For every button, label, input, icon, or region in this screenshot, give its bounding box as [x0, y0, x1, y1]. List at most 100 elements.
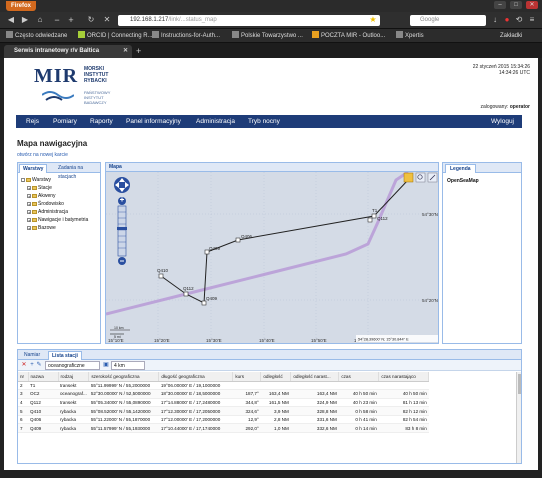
- table-row[interactable]: 5 Q410 rybacka 55°08.52000' N / 55,1420000 1…: [18, 406, 429, 416]
- scrollbar-thumb[interactable]: [518, 374, 521, 394]
- menu-item-administracja[interactable]: Administracja: [196, 115, 235, 128]
- expand-icon[interactable]: +: [27, 202, 31, 207]
- add-icon[interactable]: +: [29, 362, 35, 368]
- column-header[interactable]: nr: [18, 372, 29, 382]
- table-row[interactable]: 6 Q406 rybacka 55°11.22000' N / 55,1870000 1…: [18, 415, 429, 425]
- lat-label: 54°30'N: [422, 212, 438, 217]
- coordinate-readout: 54°28.39600' N; 15°30.844'' E: [358, 338, 409, 342]
- pan-tool-icon[interactable]: [403, 172, 414, 183]
- column-header[interactable]: kurs: [232, 372, 262, 382]
- expand-icon[interactable]: +: [27, 186, 31, 191]
- column-header[interactable]: odległość narast...: [290, 372, 340, 382]
- search-input[interactable]: Google: [410, 15, 486, 26]
- column-header[interactable]: nazwa: [28, 372, 59, 382]
- column-header[interactable]: czas narastająco: [378, 372, 430, 382]
- tab-namiar[interactable]: Namiar: [21, 351, 43, 360]
- table-scrollbar[interactable]: [516, 372, 521, 463]
- bookmark-item[interactable]: Polskie Towarzystwo ...: [232, 31, 303, 41]
- edit-icon[interactable]: ✎: [36, 362, 42, 368]
- column-header[interactable]: szerokość geograficzna: [88, 372, 160, 382]
- minimize-icon[interactable]: –: [494, 1, 506, 9]
- maximize-icon[interactable]: □: [510, 1, 522, 9]
- tree-item-akweny[interactable]: + Akweny: [27, 193, 56, 200]
- table-cell: 3,9 NM: [260, 406, 291, 416]
- new-tab-button[interactable]: +: [136, 46, 141, 56]
- menu-item-tryb-nocny[interactable]: Tryb nocny: [248, 115, 280, 128]
- station-marker[interactable]: [183, 291, 189, 297]
- collapse-icon[interactable]: -: [21, 178, 25, 183]
- lon-label: 15°50'E: [311, 338, 327, 343]
- column-header[interactable]: rodzaj: [58, 372, 90, 382]
- menu-item-raporty[interactable]: Raporty: [90, 115, 113, 128]
- tab-zadania[interactable]: Zadania na stacjach: [55, 164, 100, 180]
- expand-icon[interactable]: +: [27, 210, 31, 215]
- logout-button[interactable]: Wyloguj: [491, 115, 514, 128]
- menu-icon[interactable]: ≡: [527, 15, 537, 25]
- url-bar[interactable]: 192.168.1.217/link/...status_map: [118, 15, 380, 26]
- bookmark-item[interactable]: Instructions-for-Auth...: [152, 31, 220, 41]
- station-marker[interactable]: [201, 300, 207, 306]
- zoom-out-icon[interactable]: −: [52, 15, 62, 25]
- station-marker[interactable]: [158, 273, 164, 279]
- forward-icon[interactable]: ▶: [20, 15, 30, 25]
- datetime-display: 22 styczeń 2015 15:34:26 14:34:26 UTC: [472, 64, 530, 76]
- expand-icon[interactable]: +: [27, 226, 31, 231]
- tab-warstwy[interactable]: Warstwy: [19, 164, 48, 173]
- bookmark-item[interactable]: Xpertis: [396, 31, 424, 41]
- zoom-box-tool-icon[interactable]: [415, 172, 426, 183]
- station-marker[interactable]: [371, 213, 377, 219]
- column-header[interactable]: długość geograficzna: [158, 372, 234, 382]
- column-header[interactable]: odległość: [260, 372, 292, 382]
- home-icon[interactable]: ⌂: [35, 15, 45, 25]
- bookmark-star-icon[interactable]: ★: [368, 15, 378, 25]
- table-row[interactable]: 4 Q112 transekt 55°05.34000' N / 55,0890000…: [18, 398, 429, 408]
- open-new-tab-link[interactable]: otwórz na nowej karcie: [17, 152, 68, 158]
- download-icon[interactable]: ↓: [490, 15, 500, 25]
- station-marker[interactable]: [235, 237, 241, 243]
- map-canvas[interactable]: T1 Q112 Q406 Q409 Q410 Q112 Q409 54°30'N…: [106, 172, 439, 344]
- back-icon[interactable]: ◀: [6, 15, 16, 25]
- bookmark-item[interactable]: Często odwiedzane: [6, 31, 67, 41]
- station-marker[interactable]: [367, 217, 373, 223]
- zoom-handle[interactable]: [117, 227, 127, 230]
- expand-icon[interactable]: +: [27, 194, 31, 199]
- tree-item-bazowe[interactable]: + Bazowe: [27, 225, 56, 232]
- tree-item-warstwy[interactable]: - Warstwy: [21, 177, 51, 184]
- reload-icon[interactable]: ↻: [86, 15, 96, 25]
- delete-icon[interactable]: ✕: [21, 362, 27, 368]
- lon-label: 15°30'E: [206, 338, 222, 343]
- save-icon[interactable]: ▣: [103, 362, 109, 368]
- menu-item-rejs[interactable]: Rejs: [26, 115, 39, 128]
- table-cell: 55°11.22000' N / 55,1870000: [88, 415, 159, 425]
- bookmarks-menu[interactable]: Zakładki: [500, 31, 522, 41]
- tree-item-stacje[interactable]: + Stacje: [27, 185, 52, 192]
- menu-item-pomiary[interactable]: Pomiary: [53, 115, 77, 128]
- stop-icon[interactable]: ✕: [102, 15, 112, 25]
- distance-select[interactable]: 4 km: [111, 361, 145, 370]
- firefox-menu-button[interactable]: Firefox: [6, 1, 37, 11]
- logo-subtitle: PAŃSTWOWY INSTYTUT BADAWCZY: [84, 90, 111, 105]
- close-window-icon[interactable]: ✕: [526, 1, 538, 9]
- tab-legenda[interactable]: Legenda: [445, 164, 476, 173]
- table-cell: 81 h 13 min: [378, 398, 429, 408]
- zoom-slider[interactable]: [117, 197, 127, 265]
- station-type-select[interactable]: oceanograficzne: [45, 361, 100, 370]
- tree-item-administracja[interactable]: + Administracja: [27, 209, 68, 216]
- table-row[interactable]: 7 Q409 rybacka 55°11.57999' N / 55,1930000 1…: [18, 423, 429, 434]
- tree-item-nawigacje[interactable]: + Nawigacje i batymetria: [27, 217, 88, 224]
- tab-lista-stacji[interactable]: Lista stacji: [48, 351, 82, 360]
- menu-item-panel-informacyjny[interactable]: Panel informacyjny: [126, 115, 181, 128]
- bookmark-item[interactable]: POCZTA MIR - Outloo...: [312, 31, 385, 41]
- bookmark-item[interactable]: ORCID | Connecting R...: [78, 31, 153, 41]
- close-tab-icon[interactable]: ✕: [123, 45, 128, 58]
- adblock-icon[interactable]: ●: [502, 15, 512, 25]
- history-icon[interactable]: ⟲: [514, 15, 524, 25]
- column-header[interactable]: czas: [338, 372, 380, 382]
- pan-control[interactable]: [114, 177, 130, 193]
- zoom-in-icon[interactable]: +: [66, 15, 76, 25]
- browser-tab[interactable]: Serwis intranetowy r/v Baltica ✕: [4, 45, 132, 58]
- tree-item-srodowisko[interactable]: + Środowisko: [27, 201, 64, 208]
- table-row[interactable]: 3 OC2 oceanograf... 52°30.00000' N / 52,500…: [18, 389, 429, 399]
- table-row[interactable]: 2 T1 transekt 55°11.99999' N / 55,2000000 19…: [18, 381, 429, 391]
- expand-icon[interactable]: +: [27, 218, 31, 223]
